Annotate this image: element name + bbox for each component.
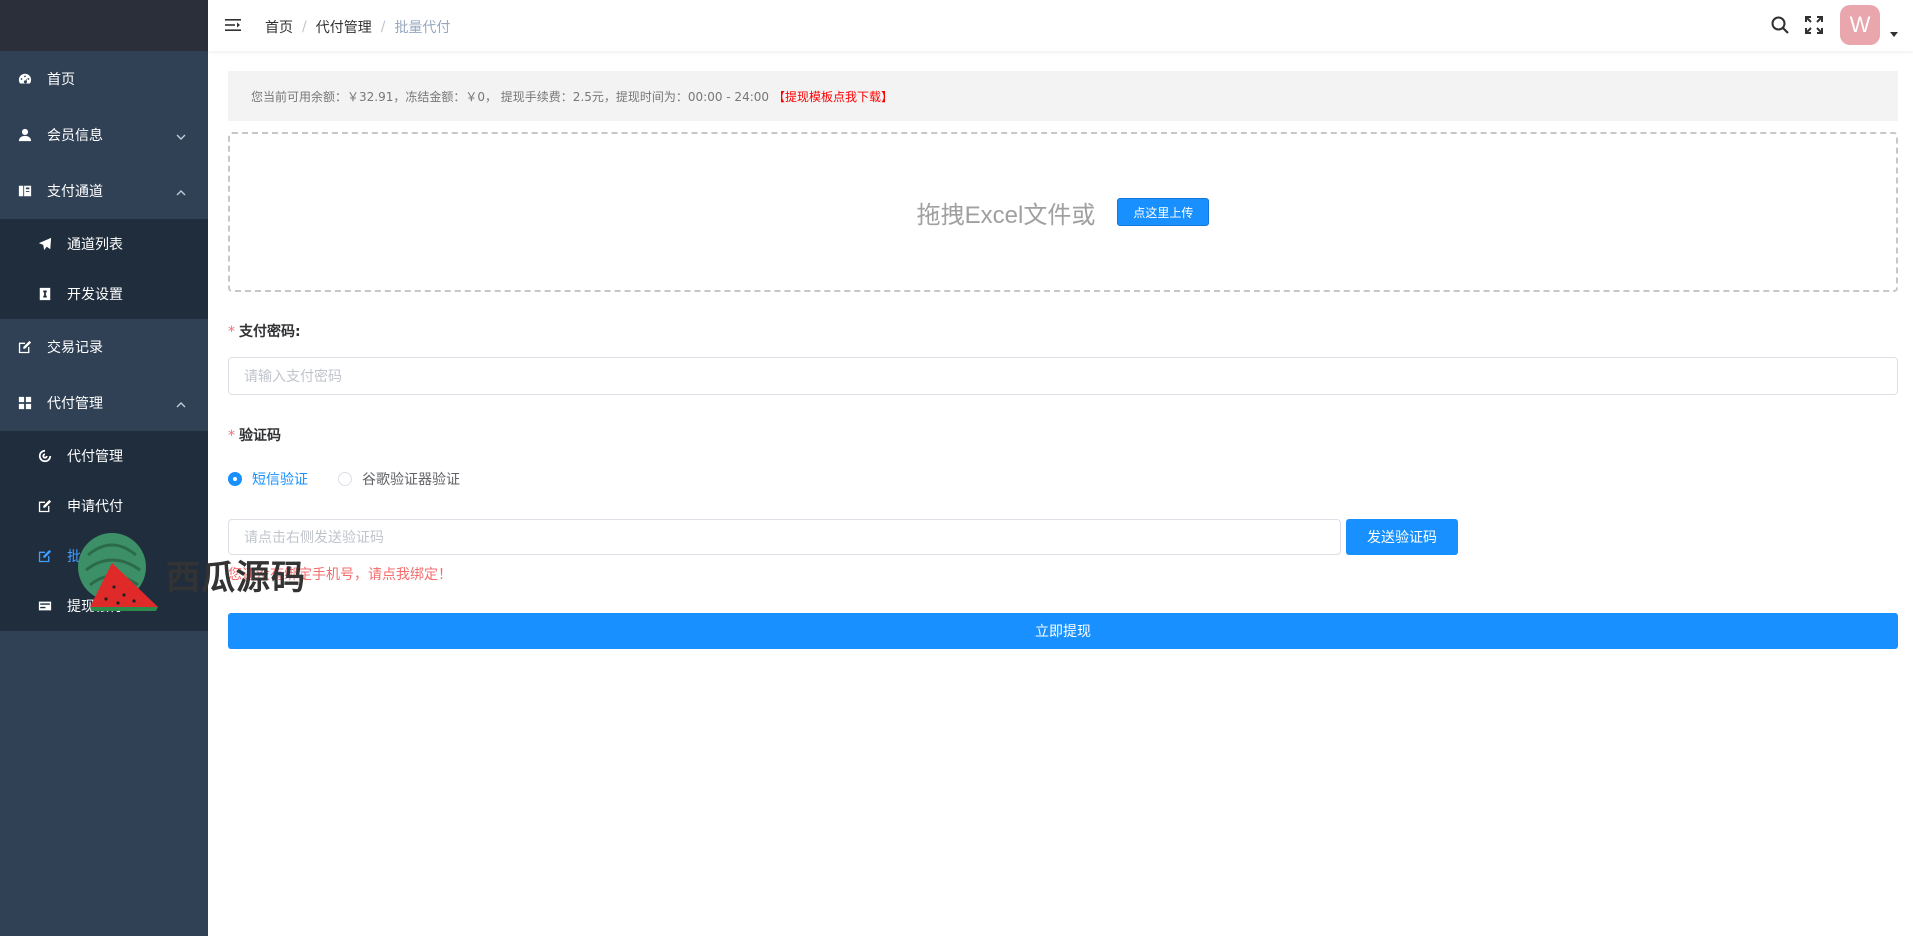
sidebar-item-transactions[interactable]: 交易记录 xyxy=(0,319,208,375)
upload-button[interactable]: 点这里上传 xyxy=(1117,198,1210,226)
dashboard-icon xyxy=(18,72,32,86)
verification-code-placeholder: 请点击右侧发送验证码 xyxy=(244,530,384,546)
balance-notice: 您当前可用余额：￥32.91，冻结金额：￥0， 提现手续费：2.5元，提现时间为… xyxy=(228,71,1898,121)
required-mark: * xyxy=(228,428,235,444)
sidebar: 首页 会员信息 支付通道 通道列表 开发设置 交易记录 代付管理 代付管理 申请… xyxy=(0,0,208,936)
grid-icon xyxy=(18,396,32,410)
sidebar-logo-bar xyxy=(0,0,208,51)
password-label-text: 支付密码: xyxy=(239,324,301,340)
password-label: * 支付密码: xyxy=(228,321,301,341)
code-label: * 验证码 xyxy=(228,425,281,445)
sidebar-item-label: 开发设置 xyxy=(67,287,123,303)
withdraw-now-button[interactable]: 立即提现 xyxy=(228,613,1898,649)
sidebar-item-home[interactable]: 首页 xyxy=(0,51,208,107)
hamburger-icon[interactable] xyxy=(225,17,241,33)
card-icon xyxy=(38,599,52,613)
chevron-down-icon xyxy=(176,130,186,140)
sidebar-item-label: 代付管理 xyxy=(67,449,123,465)
radio-sms[interactable]: 短信验证 xyxy=(228,469,308,489)
book-icon xyxy=(18,184,32,198)
radio-sms-label: 短信验证 xyxy=(252,472,308,488)
payment-password-input[interactable]: 请输入支付密码 xyxy=(228,357,1898,395)
sidebar-item-label: 支付通道 xyxy=(47,184,103,200)
sidebar-item-label: 通道列表 xyxy=(67,237,123,253)
bind-phone-error[interactable]: 您还没有绑定手机号，请点我绑定！ xyxy=(228,564,452,584)
radio-circle xyxy=(338,472,352,486)
chevron-up-icon xyxy=(176,186,186,196)
breadcrumb-current: 批量代付 xyxy=(394,20,451,36)
sidebar-item-payout-management[interactable]: 代付管理 xyxy=(0,375,208,431)
edit-icon xyxy=(38,499,52,513)
sidebar-item-apply-payout[interactable]: 申请代付 xyxy=(0,481,208,531)
breadcrumb-separator: / xyxy=(302,19,307,35)
sidebar-item-channel-list[interactable]: 通道列表 xyxy=(0,219,208,269)
sidebar-item-dev-settings[interactable]: 开发设置 xyxy=(0,269,208,319)
excel-upload-dropzone[interactable]: 拖拽Excel文件或 点这里上传 xyxy=(228,132,1898,292)
radio-google[interactable]: 谷歌验证器验证 xyxy=(338,469,460,489)
send-code-button[interactable]: 发送验证码 xyxy=(1346,519,1458,555)
breadcrumb-payout-management[interactable]: 代付管理 xyxy=(316,17,372,37)
chevron-up-icon xyxy=(176,398,186,408)
search-icon[interactable] xyxy=(1770,15,1790,35)
upload-drag-text: 拖拽Excel文件或 xyxy=(916,201,1096,229)
sidebar-item-payout-list[interactable]: 代付管理 xyxy=(0,431,208,481)
sidebar-item-member-info[interactable]: 会员信息 xyxy=(0,107,208,163)
code-label-text: 验证码 xyxy=(239,428,281,444)
code-icon xyxy=(38,287,52,301)
sidebar-item-label: 交易记录 xyxy=(47,340,103,356)
verification-code-input[interactable]: 请点击右侧发送验证码 xyxy=(228,519,1341,555)
fullscreen-icon[interactable] xyxy=(1804,15,1824,35)
submenu-payout: 代付管理 申请代付 批 提现银行 xyxy=(0,431,208,631)
top-header: 首页 / 代付管理 / 批量代付 W xyxy=(208,0,1913,51)
sidebar-item-batch-payout[interactable]: 批 xyxy=(0,531,208,581)
sidebar-item-label: 批 xyxy=(67,549,81,565)
radio-google-label: 谷歌验证器验证 xyxy=(362,472,460,488)
breadcrumb: 首页 / 代付管理 / 批量代付 xyxy=(265,17,450,37)
edit-icon xyxy=(38,549,52,563)
breadcrumb-separator: / xyxy=(380,19,386,35)
required-mark: * xyxy=(228,324,235,340)
sidebar-item-label: 提现银行 xyxy=(67,599,123,615)
caret-down-icon[interactable] xyxy=(1890,32,1898,37)
template-download-link[interactable]: 【提现模板点我下载】 xyxy=(773,88,893,105)
breadcrumb-home[interactable]: 首页 xyxy=(265,17,293,37)
send-icon xyxy=(38,237,52,251)
avatar[interactable]: W xyxy=(1840,5,1880,45)
user-icon xyxy=(18,128,32,142)
sidebar-item-withdraw-bank[interactable]: 提现银行 xyxy=(0,581,208,631)
sidebar-item-label: 首页 xyxy=(47,72,75,88)
verification-method-group: 短信验证 谷歌验证器验证 xyxy=(228,469,490,489)
edit-icon xyxy=(18,340,32,354)
balance-notice-text: 您当前可用余额：￥32.91，冻结金额：￥0， 提现手续费：2.5元，提现时间为… xyxy=(251,89,770,104)
radio-circle xyxy=(228,472,242,486)
sidebar-item-label: 申请代付 xyxy=(67,499,123,515)
sidebar-item-label: 代付管理 xyxy=(47,396,103,412)
sidebar-item-payment-channel[interactable]: 支付通道 xyxy=(0,163,208,219)
sidebar-item-label: 会员信息 xyxy=(47,128,103,144)
payment-password-placeholder: 请输入支付密码 xyxy=(244,369,342,385)
target-icon xyxy=(38,449,52,463)
submenu-payment-channel: 通道列表 开发设置 xyxy=(0,219,208,319)
